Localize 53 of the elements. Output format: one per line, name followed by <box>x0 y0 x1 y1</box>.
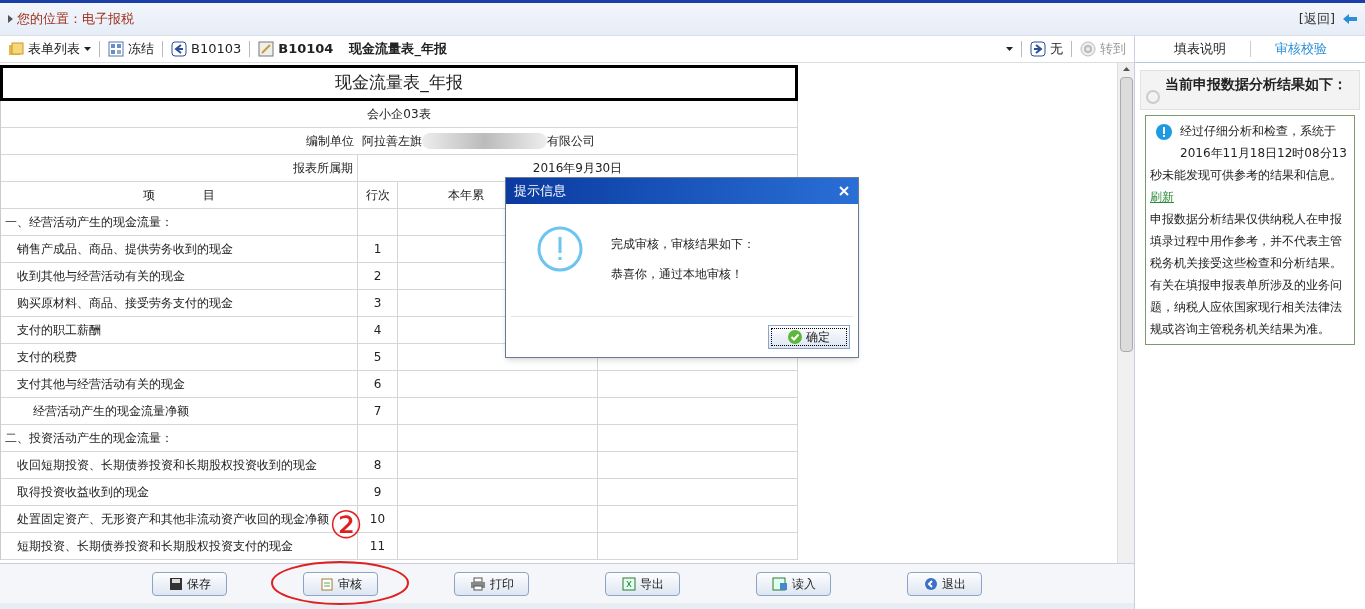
line-number: 7 <box>358 398 398 425</box>
ok-button[interactable]: 确定 <box>768 325 850 349</box>
row-label: 一、经营活动产生的现金流量： <box>1 209 358 236</box>
line-number: 9 <box>358 479 398 506</box>
side-tab[interactable]: 填表说明 <box>1173 39 1226 59</box>
line-number: 3 <box>358 290 398 317</box>
line-number: 4 <box>358 317 398 344</box>
toolbar-button[interactable]: B10103 <box>171 39 242 59</box>
column-header: 行次 <box>358 182 398 209</box>
line-number: 11 <box>358 533 398 560</box>
result-message: 经过仔细分析和检查，系统于 2016年11月18日12时08分13秒未能发现可供参考的结果和信息。 刷新 <box>1150 123 1348 206</box>
row-label: 收回短期投资、长期债券投资和长期股权投资收到的现金 <box>1 452 358 479</box>
toolbar-button[interactable]: 冻结 <box>108 39 154 59</box>
unit-name: 有限公司 <box>547 133 595 150</box>
result-heading: 当前申报数据分析结果如下： <box>1165 75 1347 94</box>
action-button[interactable]: 退出 <box>907 571 982 596</box>
dialog-title: 提示信息 <box>514 182 566 201</box>
breadcrumb-label: 您的位置： <box>17 10 82 29</box>
row-label: 支付的职工薪酬 <box>1 317 358 344</box>
action-button[interactable]: 打印 <box>454 571 529 596</box>
column-header: 项 目 <box>1 182 358 209</box>
line-number: 6 <box>358 371 398 398</box>
unit-name: 阿拉善左旗 <box>362 133 422 150</box>
line-number: 2 <box>358 263 398 290</box>
row-label: 收到其他与经营活动有关的现金 <box>1 263 358 290</box>
action-button[interactable]: 读入 <box>756 571 831 596</box>
unit-label: 编制单位 <box>1 128 358 155</box>
form-title: 现金流量表_年报 <box>0 65 798 101</box>
row-label: 经营活动产生的现金流量净额 <box>1 398 358 425</box>
dialog-message: 恭喜你，通过本地审核！ <box>611 266 744 283</box>
line-number: 5 <box>358 344 398 371</box>
row-label: 销售产成品、商品、提供劳务收到的现金 <box>1 236 358 263</box>
row-label: 支付的税费 <box>1 344 358 371</box>
row-label: 取得投资收益收到的现金 <box>1 479 358 506</box>
line-number: 8 <box>358 452 398 479</box>
toolbar-button[interactable]: B10104 现金流量表_年报 <box>258 39 447 59</box>
action-button[interactable]: 审核 <box>303 571 378 596</box>
period-label: 报表所属期 <box>1 155 358 182</box>
row-label: 二、投资活动产生的现金流量： <box>1 425 358 452</box>
toolbar-button[interactable]: 表单列表 <box>8 39 91 59</box>
refresh-link[interactable]: 刷新 <box>1150 190 1174 204</box>
line-number: 1 <box>358 236 398 263</box>
back-link[interactable]: [返回] <box>1298 9 1335 29</box>
action-button[interactable]: 保存 <box>152 571 227 596</box>
toolbar-button[interactable]: 无 <box>1030 39 1063 59</box>
side-tab[interactable]: 审核校验 <box>1274 39 1327 59</box>
action-button[interactable]: 导出 <box>605 571 680 596</box>
row-label: 支付其他与经营活动有关的现金 <box>1 371 358 398</box>
form-code: 会小企03表 <box>1 101 798 128</box>
breadcrumb-link[interactable]: 电子报税 <box>82 9 134 29</box>
dialog-message: 完成审核，审核结果如下： <box>611 236 755 253</box>
result-note: 申报数据分析结果仅供纳税人在申报填录过程中用作参考，并不代表主管税务机关接受这些检查和分析结果。有关在填报申报表单所涉及的业务问题，纳税人应依国家现行相关法律法规或咨询主管税务机关结果为准。 <box>1150 211 1343 338</box>
row-label: 购买原材料、商品、接受劳务支付的现金 <box>1 290 358 317</box>
